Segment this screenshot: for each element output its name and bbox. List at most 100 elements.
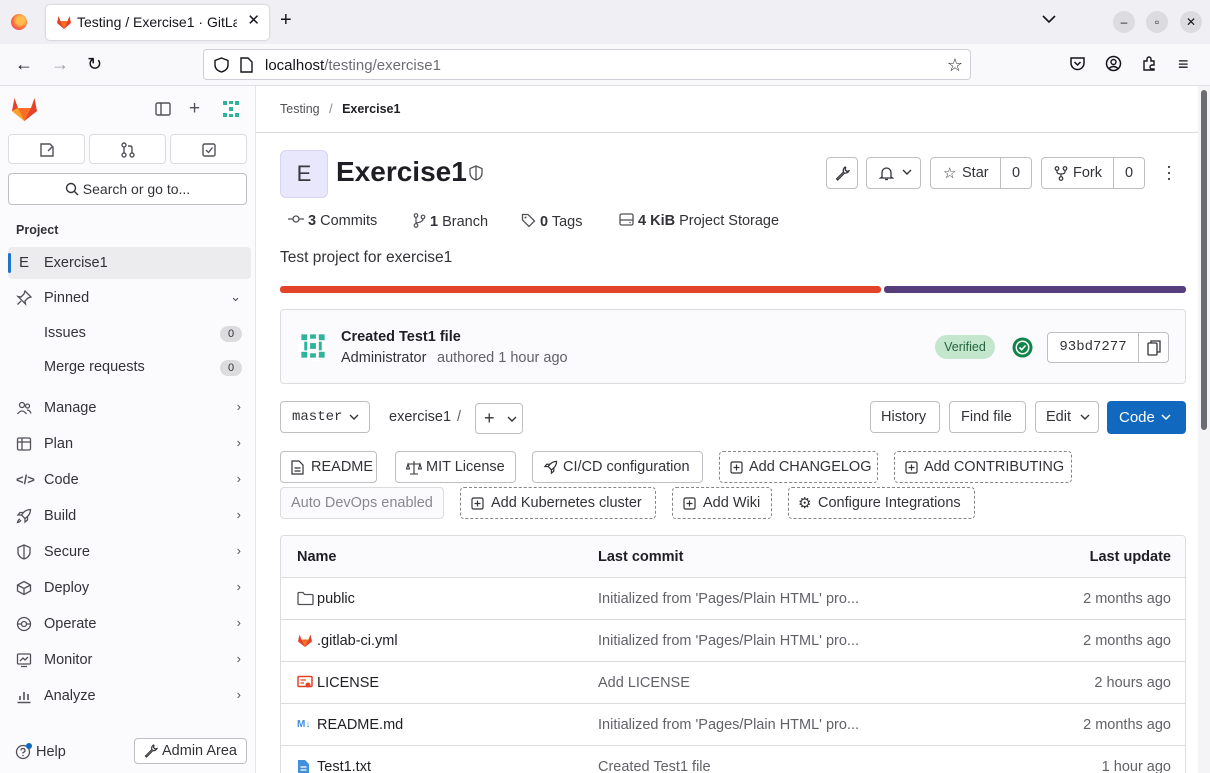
table-row[interactable]: .gitlab-ci.yml Initialized from 'Pages/P…	[281, 620, 1185, 662]
cicd-configuration-button[interactable]: CI/CD configuration	[532, 451, 703, 483]
sidebar-item-analyze[interactable]: Analyze ›	[8, 680, 251, 712]
sidebar-item-merge-requests[interactable]: Merge requests 0	[8, 351, 251, 383]
table-row[interactable]: LICENSE Add LICENSE 2 hours ago	[281, 662, 1185, 704]
close-tab-icon[interactable]: ✕	[247, 11, 260, 29]
todo-list-button[interactable]	[170, 134, 247, 164]
breadcrumb-repo-path-link[interactable]: exercise1	[389, 409, 451, 425]
sidebar-item-manage[interactable]: Manage ›	[8, 392, 251, 424]
sidebar-item-pinned[interactable]: Pinned ⌄	[8, 282, 251, 314]
add-to-tree-dropdown[interactable]: +	[475, 403, 523, 434]
sidebar-item-secure[interactable]: Secure ›	[8, 536, 251, 568]
sidebar-item-code[interactable]: </> Code ›	[8, 464, 251, 496]
tab-list-chevron-icon[interactable]	[1042, 14, 1056, 24]
commit-message-link[interactable]: Add LICENSE	[598, 675, 690, 691]
tags-link[interactable]: 0 Tags	[521, 213, 583, 230]
commit-author-link[interactable]: Administrator	[341, 350, 426, 366]
star-count[interactable]: 0	[1001, 157, 1032, 189]
address-bar[interactable]: localhost/testing/exercise1 ☆	[203, 49, 971, 80]
pipeline-status-success-icon[interactable]	[1012, 337, 1033, 358]
author-avatar[interactable]	[297, 330, 329, 362]
add-contributing-button[interactable]: Add CONTRIBUTING	[894, 451, 1072, 483]
notifications-dropdown[interactable]	[866, 157, 921, 189]
configure-integrations-button[interactable]: ⚙ Configure Integrations	[788, 487, 975, 519]
merge-requests-button[interactable]	[89, 134, 166, 164]
project-avatar[interactable]: E	[280, 150, 328, 198]
sidebar-item-issues[interactable]: Issues 0	[8, 317, 251, 349]
edit-dropdown[interactable]: Edit	[1035, 401, 1099, 433]
project-storage-link[interactable]: 4 KiB Project Storage	[619, 213, 779, 229]
admin-area-button[interactable]: Admin Area	[134, 738, 247, 764]
branch-switcher-dropdown[interactable]: master	[280, 401, 370, 433]
license-button[interactable]: MIT License	[395, 451, 516, 483]
forward-icon[interactable]: →	[51, 55, 69, 73]
url-text[interactable]: localhost/testing/exercise1	[265, 57, 441, 74]
commit-message-link[interactable]: Initialized from 'Pages/Plain HTML' pro.…	[598, 591, 859, 607]
breadcrumb-parent-link[interactable]: Testing	[280, 102, 320, 116]
file-name-link[interactable]: public	[317, 591, 355, 607]
assigned-issues-button[interactable]	[8, 134, 85, 164]
pocket-icon[interactable]	[1069, 55, 1086, 72]
maximize-icon[interactable]: ▫	[1146, 11, 1168, 33]
branches-link[interactable]: 1 Branch	[413, 213, 488, 230]
account-icon[interactable]	[1105, 55, 1122, 72]
sidebar-item-operate[interactable]: Operate ›	[8, 608, 251, 640]
gitlab-logo-icon[interactable]	[11, 96, 38, 122]
browser-tab[interactable]: Testing / Exercise1 · GitLab ✕	[46, 5, 269, 40]
new-tab-icon[interactable]: +	[280, 9, 292, 32]
more-actions-icon[interactable]: · · ·	[1163, 157, 1175, 187]
readme-button[interactable]: README	[280, 451, 377, 483]
commits-link[interactable]: 3 Commits	[288, 213, 377, 229]
add-kubernetes-cluster-button[interactable]: Add Kubernetes cluster	[460, 487, 656, 519]
sidebar-item-build[interactable]: Build ›	[8, 500, 251, 532]
commit-message-link[interactable]: Created Test1 file	[598, 759, 711, 773]
code-clone-dropdown[interactable]: Code	[1107, 401, 1186, 434]
extensions-icon[interactable]	[1141, 55, 1158, 72]
file-name-link[interactable]: LICENSE	[317, 675, 379, 691]
fork-count[interactable]: 0	[1114, 157, 1145, 189]
window-close-icon[interactable]: ✕	[1180, 11, 1202, 33]
commit-sha-link[interactable]: 93bd7277	[1047, 332, 1139, 363]
bookmark-star-icon[interactable]: ☆	[947, 55, 963, 76]
reload-icon[interactable]: ↻	[87, 55, 102, 73]
fork-button[interactable]: Fork	[1041, 157, 1114, 189]
commit-message-link[interactable]: Initialized from 'Pages/Plain HTML' pro.…	[598, 717, 859, 733]
sidebar-item-plan[interactable]: Plan ›	[8, 428, 251, 460]
language-bar-segment[interactable]	[280, 286, 881, 293]
sidebar-item-project[interactable]: E Exercise1	[8, 247, 251, 279]
sidebar-item-monitor[interactable]: Monitor ›	[8, 644, 251, 676]
star-button[interactable]: ☆ Star	[930, 157, 1001, 189]
visibility-shield-icon[interactable]	[469, 165, 483, 181]
table-row[interactable]: public Initialized from 'Pages/Plain HTM…	[281, 578, 1185, 620]
firefox-icon[interactable]	[11, 14, 27, 30]
breadcrumb-current-link[interactable]: Exercise1	[342, 102, 400, 116]
file-name-link[interactable]: .gitlab-ci.yml	[317, 633, 398, 649]
minimize-icon[interactable]: –	[1113, 11, 1135, 33]
language-bar-segment[interactable]	[884, 286, 1186, 293]
table-row[interactable]: Test1.txt Created Test1 file 1 hour ago	[281, 746, 1185, 773]
commit-title-link[interactable]: Created Test1 file	[341, 329, 461, 345]
menu-icon[interactable]: ≡	[1178, 55, 1189, 73]
copy-sha-button[interactable]	[1138, 332, 1169, 363]
search-button[interactable]: Search or go to...	[8, 173, 247, 205]
table-row[interactable]: M↓ README.md Initialized from 'Pages/Pla…	[281, 704, 1185, 746]
shield-tracking-icon[interactable]	[214, 57, 229, 73]
page-icon[interactable]	[240, 57, 253, 73]
create-new-icon[interactable]: +	[189, 98, 200, 120]
history-button[interactable]: History	[870, 401, 940, 433]
sidebar-item-deploy[interactable]: Deploy ›	[8, 572, 251, 604]
find-file-button[interactable]: Find file	[949, 401, 1026, 433]
add-wiki-button[interactable]: Add Wiki	[672, 487, 772, 519]
file-name-link[interactable]: README.md	[317, 717, 403, 733]
add-changelog-button[interactable]: Add CHANGELOG	[719, 451, 878, 483]
repository-language-bar[interactable]	[280, 286, 1186, 293]
user-avatar[interactable]	[220, 98, 242, 120]
page-scrollbar-thumb[interactable]	[1201, 90, 1207, 430]
auto-devops-button[interactable]: Auto DevOps enabled	[280, 487, 444, 519]
help-button[interactable]: Help	[8, 738, 80, 764]
back-icon[interactable]: ←	[15, 55, 33, 73]
sidebar-toggle-icon[interactable]	[155, 102, 171, 116]
project-settings-button[interactable]	[826, 157, 858, 189]
verified-badge[interactable]: Verified	[935, 335, 995, 359]
file-name-link[interactable]: Test1.txt	[317, 759, 371, 773]
commit-message-link[interactable]: Initialized from 'Pages/Plain HTML' pro.…	[598, 633, 859, 649]
